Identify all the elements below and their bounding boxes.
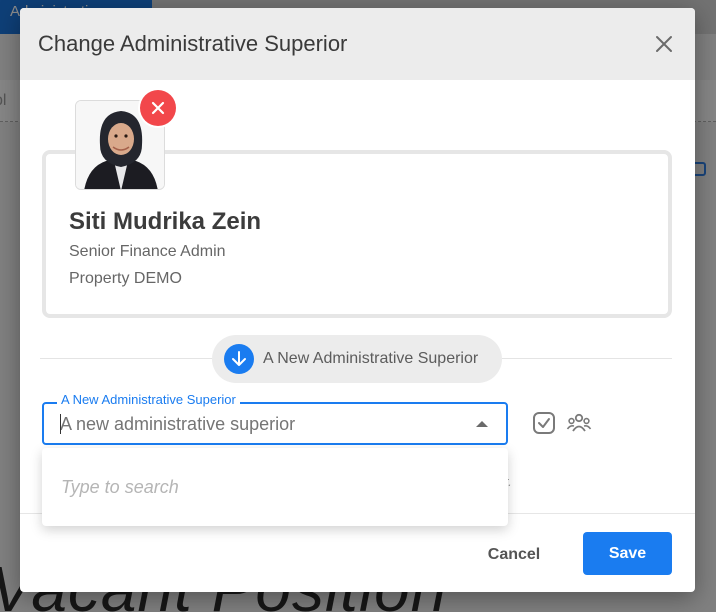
- superior-dropdown-menu: Type to search: [42, 448, 508, 526]
- change-superior-dialog: Change Administrative Superior Siti Mudr…: [20, 8, 695, 592]
- new-superior-pill: A New Administrative Superior: [212, 335, 502, 383]
- text-caret: [60, 414, 61, 434]
- new-superior-field-label: A New Administrative Superior: [57, 392, 240, 407]
- chevron-up-icon[interactable]: [476, 421, 488, 427]
- remove-superior-button[interactable]: [140, 90, 176, 126]
- dialog-header: Change Administrative Superior: [20, 8, 695, 80]
- new-superior-pill-label: A New Administrative Superior: [263, 350, 479, 367]
- save-button[interactable]: Save: [583, 532, 672, 575]
- dropdown-search-hint: Type to search: [61, 477, 179, 497]
- arrow-down-icon: [224, 344, 254, 374]
- superior-name: Siti Mudrika Zein: [69, 208, 262, 235]
- check-square-icon[interactable]: [531, 410, 557, 436]
- superior-role: Senior Finance Admin: [69, 243, 226, 260]
- new-superior-select[interactable]: A New Administrative Superior: [42, 392, 508, 445]
- dialog-title: Change Administrative Superior: [38, 31, 348, 56]
- new-superior-input[interactable]: [60, 414, 460, 435]
- users-group-icon[interactable]: [566, 410, 592, 436]
- close-icon[interactable]: [651, 31, 677, 57]
- x-icon: [151, 101, 165, 115]
- superior-property: Property DEMO: [69, 270, 182, 287]
- cancel-button[interactable]: Cancel: [470, 541, 558, 569]
